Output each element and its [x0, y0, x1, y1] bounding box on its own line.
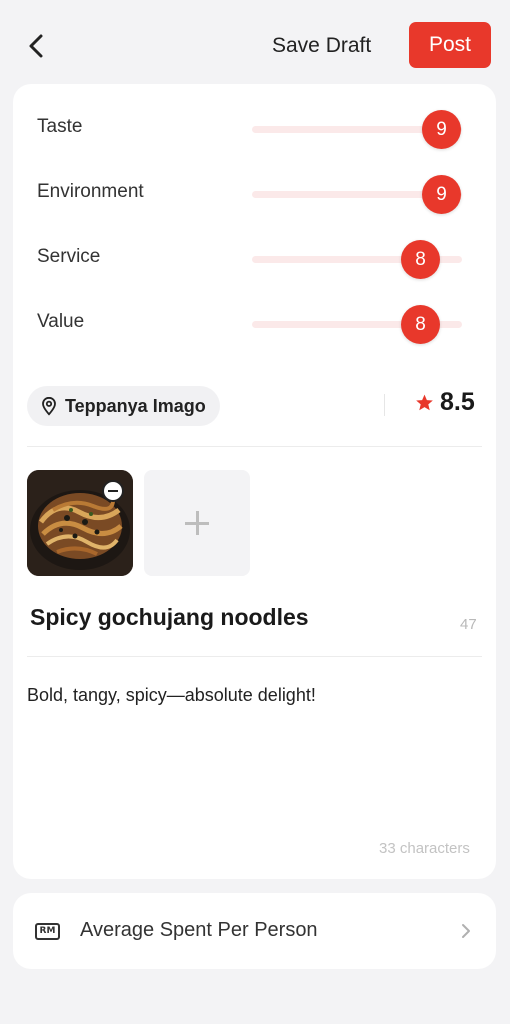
rating-row-environment: Environment 9: [37, 175, 477, 215]
environment-slider[interactable]: 9: [252, 175, 462, 214]
star-icon: [416, 394, 433, 411]
rating-label: Service: [37, 246, 101, 267]
divider: [27, 656, 482, 657]
location-pin-icon: [42, 396, 56, 416]
rating-row-service: Service 8: [37, 240, 477, 280]
top-bar: Save Draft Post: [0, 0, 510, 84]
overall-score: 8.5: [440, 388, 475, 416]
add-photo-button[interactable]: [144, 470, 250, 576]
slider-thumb[interactable]: 9: [422, 175, 461, 214]
average-spent-row[interactable]: RM Average Spent Per Person: [13, 893, 496, 969]
location-chip[interactable]: Teppanya Imago: [27, 386, 220, 426]
taste-slider[interactable]: 9: [252, 110, 462, 149]
remove-photo-button[interactable]: [102, 480, 124, 502]
overall-rating: 8.5: [415, 388, 475, 417]
service-slider[interactable]: 8: [252, 240, 462, 279]
average-spent-label: Average Spent Per Person: [80, 919, 318, 941]
title-remaining-count: 47: [460, 616, 477, 633]
rating-label: Environment: [37, 181, 144, 202]
title-input[interactable]: Spicy gochujang noodles: [30, 604, 430, 631]
chevron-left-icon: [29, 34, 43, 58]
description-input[interactable]: Bold, tangy, spicy—absolute delight!: [27, 682, 467, 832]
rating-label: Value: [37, 311, 85, 332]
slider-thumb[interactable]: 9: [422, 110, 461, 149]
location-name: Teppanya Imago: [65, 395, 206, 416]
currency-rm-icon: RM: [35, 923, 60, 940]
save-draft-button[interactable]: Save Draft: [272, 30, 371, 62]
value-slider[interactable]: 8: [252, 305, 462, 344]
review-card: Taste 9 Environment 9 Service 8 Value 8 …: [13, 84, 496, 879]
plus-icon-stroke: [196, 511, 199, 535]
divider: [27, 446, 482, 447]
divider: [384, 394, 385, 416]
chevron-right-icon: [462, 924, 470, 938]
rating-row-value: Value 8: [37, 305, 477, 345]
slider-thumb[interactable]: 8: [401, 240, 440, 279]
rating-label: Taste: [37, 116, 83, 137]
character-count: 33 characters: [379, 840, 470, 857]
post-button[interactable]: Post: [409, 22, 491, 68]
rating-row-taste: Taste 9: [37, 110, 477, 150]
back-button[interactable]: [24, 30, 50, 62]
slider-thumb[interactable]: 8: [401, 305, 440, 344]
